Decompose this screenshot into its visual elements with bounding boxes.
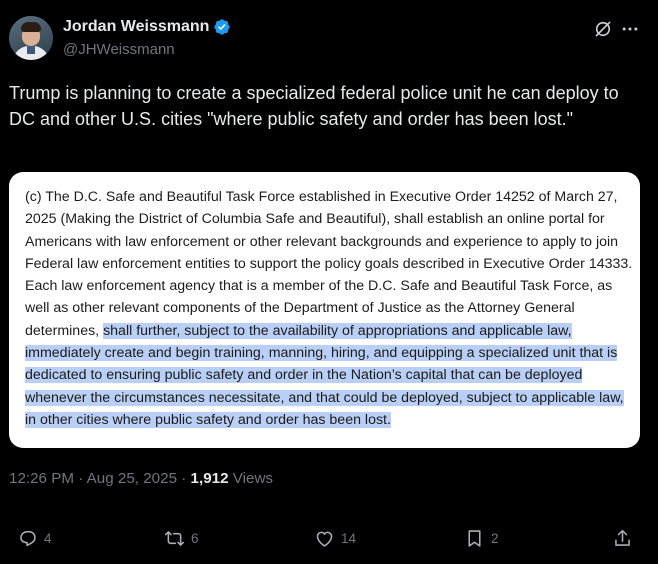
heart-icon (316, 531, 333, 547)
retweet-icon (164, 530, 185, 546)
tweet-meta: 12:26 PM · Aug 25, 2025 · 1,912 Views (9, 470, 273, 487)
reply-count: 4 (44, 530, 52, 546)
share-button[interactable] (612, 524, 633, 552)
author-display-name[interactable]: Jordan Weissmann (63, 18, 209, 36)
timestamp[interactable]: 12:26 PM · Aug 25, 2025 · (9, 470, 191, 487)
like-button[interactable]: 14 (314, 524, 356, 552)
excerpt-plain-text: (c) The D.C. Safe and Beautiful Task For… (25, 189, 633, 339)
tweet-header: Jordan Weissmann @JHWeissmann (9, 16, 649, 64)
avatar[interactable] (9, 16, 53, 60)
share-icon (615, 529, 630, 546)
reply-button[interactable]: 4 (17, 524, 52, 552)
bookmark-icon (468, 529, 481, 547)
grok-icon[interactable] (593, 19, 613, 39)
author-name-row[interactable]: Jordan Weissmann (63, 18, 231, 36)
views-label: Views (228, 470, 274, 487)
action-bar: 4 6 14 2 (0, 524, 658, 552)
document-excerpt: (c) The D.C. Safe and Beautiful Task For… (25, 186, 637, 431)
retweet-count: 6 (191, 530, 199, 546)
bookmark-button[interactable]: 2 (464, 524, 499, 552)
excerpt-highlighted-text: shall further, subject to the availabili… (25, 322, 624, 428)
like-count: 14 (341, 530, 357, 546)
reply-icon (20, 530, 36, 546)
author-handle[interactable]: @JHWeissmann (63, 41, 175, 58)
views-count: 1,912 (190, 470, 229, 487)
more-dots-icon[interactable] (619, 19, 641, 39)
tweet-text: Trump is planning to create a specialize… (9, 83, 619, 129)
verified-badge-icon (214, 19, 231, 35)
bookmark-count: 2 (491, 530, 499, 546)
attached-image[interactable]: (c) The D.C. Safe and Beautiful Task For… (9, 172, 640, 448)
retweet-button[interactable]: 6 (164, 524, 199, 552)
